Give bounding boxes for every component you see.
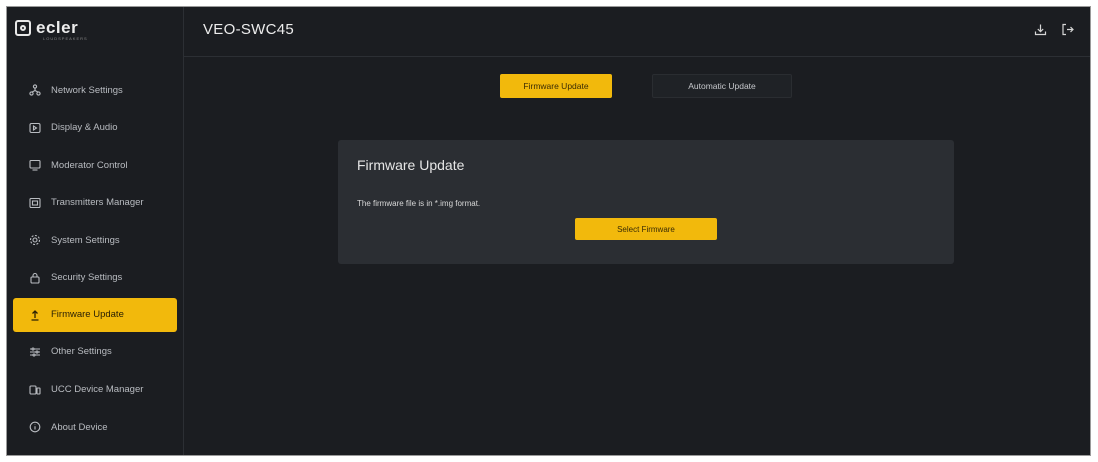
sidebar-item-transmitters-manager[interactable]: Transmitters Manager	[13, 185, 177, 221]
sidebar-item-label: System Settings	[51, 234, 120, 246]
sidebar-item-security-settings[interactable]: Security Settings	[13, 260, 177, 296]
sidebar-item-label: Display & Audio	[51, 122, 118, 134]
monitor-icon	[29, 159, 41, 171]
card-title: Firmware Update	[357, 157, 465, 173]
sidebar-item-label: UCC Device Manager	[51, 384, 144, 396]
app-window: ecler LOUDSPEAKERS Network Settings Disp…	[6, 6, 1091, 456]
sidebar-nav: Network Settings Display & Audio Moderat…	[7, 72, 183, 447]
lock-icon	[29, 272, 41, 284]
sliders-icon	[29, 346, 41, 358]
sidebar-item-label: Transmitters Manager	[51, 197, 144, 209]
sidebar-item-label: Network Settings	[51, 84, 123, 96]
info-icon	[29, 421, 41, 433]
sidebar-item-label: Firmware Update	[51, 309, 124, 321]
gear-icon	[29, 234, 41, 246]
top-bar: VEO-SWC45	[183, 7, 1090, 57]
card-description: The firmware file is in *.img format.	[357, 199, 481, 208]
firmware-update-card: Firmware Update The firmware file is in …	[338, 140, 954, 264]
upload-icon	[29, 309, 41, 321]
sidebar-item-label: Security Settings	[51, 272, 123, 284]
select-firmware-button[interactable]: Select Firmware	[575, 218, 717, 240]
brand-sub: LOUDSPEAKERS	[43, 36, 88, 41]
display-audio-icon	[29, 122, 41, 134]
sidebar-item-label: Other Settings	[51, 346, 112, 358]
tab-automatic-update[interactable]: Automatic Update	[652, 74, 792, 98]
sidebar-item-network-settings[interactable]: Network Settings	[13, 72, 177, 108]
brand-logo: ecler LOUDSPEAKERS	[15, 17, 87, 41]
sidebar-item-about-device[interactable]: About Device	[13, 409, 177, 445]
tab-firmware-update[interactable]: Firmware Update	[500, 74, 612, 98]
logo-icon	[15, 20, 31, 36]
logout-icon[interactable]	[1061, 23, 1074, 41]
network-icon	[29, 84, 41, 96]
brand-name: ecler	[36, 18, 79, 37]
page-title: VEO-SWC45	[203, 21, 295, 38]
update-tabs: Firmware Update Automatic Update	[500, 74, 792, 98]
sidebar-item-firmware-update[interactable]: Firmware Update	[13, 297, 177, 332]
sidebar-item-label: Moderator Control	[51, 159, 128, 171]
download-icon[interactable]	[1034, 23, 1047, 41]
sidebar-item-system-settings[interactable]: System Settings	[13, 222, 177, 258]
device-icon	[29, 384, 41, 396]
sidebar-item-display-audio[interactable]: Display & Audio	[13, 110, 177, 146]
sidebar-item-label: About Device	[51, 421, 108, 433]
sidebar-item-other-settings[interactable]: Other Settings	[13, 334, 177, 370]
transmitter-icon	[29, 197, 41, 209]
top-actions	[1034, 23, 1074, 41]
sidebar: ecler LOUDSPEAKERS Network Settings Disp…	[7, 7, 184, 455]
sidebar-item-moderator-control[interactable]: Moderator Control	[13, 147, 177, 183]
sidebar-item-ucc-device-manager[interactable]: UCC Device Manager	[13, 372, 177, 408]
